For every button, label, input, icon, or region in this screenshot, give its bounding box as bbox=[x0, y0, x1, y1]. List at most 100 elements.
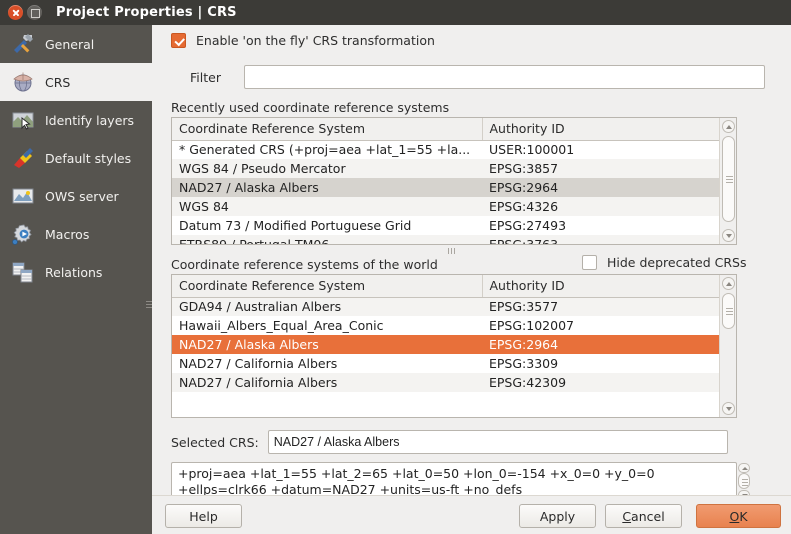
cell-authority: EPSG:2964 bbox=[482, 335, 719, 354]
cell-crs: Hawaii_Albers_Equal_Area_Conic bbox=[172, 316, 482, 335]
maximize-icon[interactable] bbox=[27, 5, 42, 20]
table-row[interactable]: Datum 73 / Modified Portuguese Grid EPSG… bbox=[172, 216, 719, 235]
selected-crs-input[interactable] bbox=[268, 430, 728, 454]
table-row[interactable]: NAD27 / California Albers EPSG:42309 bbox=[172, 373, 719, 392]
recent-crs-table[interactable]: Coordinate Reference System Authority ID… bbox=[171, 117, 737, 245]
cell-authority: EPSG:3577 bbox=[482, 297, 719, 316]
scrollbar-thumb[interactable] bbox=[738, 473, 750, 489]
recent-table-resize-grip[interactable] bbox=[448, 248, 455, 254]
world-group-label: Coordinate reference systems of the worl… bbox=[171, 257, 438, 272]
cell-authority: EPSG:2964 bbox=[482, 178, 719, 197]
window-title: Project Properties | CRS bbox=[56, 5, 237, 20]
cell-authority: EPSG:27493 bbox=[482, 216, 719, 235]
crs-panel-body: Enable 'on the fly' CRS transformation F… bbox=[158, 25, 785, 493]
sidebar-item-label: Relations bbox=[45, 265, 102, 280]
cell-authority: USER:100001 bbox=[482, 140, 719, 159]
filter-label: Filter bbox=[190, 70, 238, 85]
world-crs-viewport: Coordinate Reference System Authority ID… bbox=[172, 275, 719, 417]
column-header-authority[interactable]: Authority ID bbox=[482, 275, 719, 297]
apply-button[interactable]: Apply bbox=[519, 504, 596, 528]
table-row[interactable]: * Generated CRS (+proj=aea +lat_1=55 +la… bbox=[172, 140, 719, 159]
table-row[interactable]: WGS 84 / Pseudo Mercator EPSG:3857 bbox=[172, 159, 719, 178]
cell-crs: WGS 84 / Pseudo Mercator bbox=[172, 159, 482, 178]
ok-rest: K bbox=[739, 509, 747, 524]
cell-crs: NAD27 / California Albers bbox=[172, 373, 482, 392]
table-header-row: Coordinate Reference System Authority ID bbox=[172, 275, 719, 297]
sidebar-item-relations[interactable]: Relations bbox=[0, 253, 152, 291]
cell-authority: EPSG:42309 bbox=[482, 373, 719, 392]
table-row[interactable]: ETRS89 / Portugal TM06 EPSG:3763 bbox=[172, 235, 719, 244]
sidebar-item-ows-server[interactable]: OWS server bbox=[0, 177, 152, 215]
filter-input[interactable] bbox=[244, 65, 765, 89]
table-row[interactable]: GDA94 / Australian Albers EPSG:3577 bbox=[172, 297, 719, 316]
enable-otf-label: Enable 'on the fly' CRS transformation bbox=[196, 33, 435, 48]
table-row[interactable]: Hawaii_Albers_Equal_Area_Conic EPSG:1020… bbox=[172, 316, 719, 335]
cell-crs: NAD27 / Alaska Albers bbox=[172, 178, 482, 197]
selected-crs-row: Selected CRS: bbox=[171, 430, 728, 454]
enable-otf-row[interactable]: Enable 'on the fly' CRS transformation bbox=[171, 33, 435, 48]
sidebar-item-label: Default styles bbox=[45, 151, 131, 166]
hide-deprecated-checkbox[interactable] bbox=[582, 255, 597, 270]
world-crs-table[interactable]: Coordinate Reference System Authority ID… bbox=[171, 274, 737, 418]
scroll-down-icon[interactable] bbox=[722, 229, 735, 242]
relations-icon bbox=[10, 259, 36, 285]
scroll-up-icon[interactable] bbox=[722, 277, 735, 290]
column-header-authority[interactable]: Authority ID bbox=[482, 118, 719, 140]
table-row-selected[interactable]: NAD27 / Alaska Albers EPSG:2964 bbox=[172, 335, 719, 354]
table-row[interactable]: NAD27 / California Albers EPSG:3309 bbox=[172, 354, 719, 373]
globe-icon bbox=[10, 69, 36, 95]
title-bar: Project Properties | CRS bbox=[0, 0, 791, 25]
sidebar-item-label: OWS server bbox=[45, 189, 119, 204]
sidebar-item-macros[interactable]: Macros bbox=[0, 215, 152, 253]
brush-icon bbox=[10, 145, 36, 171]
table-row[interactable]: WGS 84 EPSG:4326 bbox=[172, 197, 719, 216]
recent-group-label: Recently used coordinate reference syste… bbox=[171, 100, 449, 115]
gear-icon bbox=[10, 221, 36, 247]
cancel-accel: C bbox=[622, 509, 631, 524]
cell-authority: EPSG:102007 bbox=[482, 316, 719, 335]
hide-deprecated-label: Hide deprecated CRSs bbox=[607, 255, 746, 270]
cell-authority: EPSG:3763 bbox=[482, 235, 719, 244]
sidebar-item-general[interactable]: General bbox=[0, 25, 152, 63]
enable-otf-checkbox[interactable] bbox=[171, 33, 186, 48]
cell-crs: NAD27 / Alaska Albers bbox=[172, 335, 482, 354]
table-header-row: Coordinate Reference System Authority ID bbox=[172, 118, 719, 140]
scroll-up-icon[interactable] bbox=[722, 120, 735, 133]
cell-crs: NAD27 / California Albers bbox=[172, 354, 482, 373]
world-crs-scrollbar[interactable] bbox=[719, 275, 736, 417]
ok-accel: O bbox=[729, 509, 739, 524]
cell-crs: * Generated CRS (+proj=aea +lat_1=55 +la… bbox=[172, 140, 482, 159]
identify-icon bbox=[10, 107, 36, 133]
cell-authority: EPSG:3857 bbox=[482, 159, 719, 178]
help-button[interactable]: Help bbox=[165, 504, 242, 528]
cancel-button[interactable]: Cancel bbox=[605, 504, 682, 528]
project-properties-dialog: Project Properties | CRS General bbox=[0, 0, 791, 534]
sidebar-item-identify-layers[interactable]: Identify layers bbox=[0, 101, 152, 139]
cell-authority: EPSG:4326 bbox=[482, 197, 719, 216]
crs-panel: Enable 'on the fly' CRS transformation F… bbox=[152, 25, 791, 495]
sidebar-item-label: Macros bbox=[45, 227, 89, 242]
scrollbar-thumb[interactable] bbox=[722, 293, 735, 329]
scroll-down-icon[interactable] bbox=[722, 402, 735, 415]
column-header-crs[interactable]: Coordinate Reference System bbox=[172, 118, 482, 140]
filter-row: Filter bbox=[190, 65, 765, 89]
world-crs-grid: Coordinate Reference System Authority ID… bbox=[172, 275, 719, 392]
cell-crs: WGS 84 bbox=[172, 197, 482, 216]
sidebar-item-label: Identify layers bbox=[45, 113, 134, 128]
sidebar-item-default-styles[interactable]: Default styles bbox=[0, 139, 152, 177]
table-row[interactable]: NAD27 / Alaska Albers EPSG:2964 bbox=[172, 178, 719, 197]
close-icon[interactable] bbox=[8, 5, 23, 20]
sidebar-item-crs[interactable]: CRS bbox=[0, 63, 152, 101]
tools-icon bbox=[10, 31, 36, 57]
dialog-button-bar: Help Apply Cancel OK bbox=[152, 495, 791, 534]
column-header-crs[interactable]: Coordinate Reference System bbox=[172, 275, 482, 297]
cancel-rest: ancel bbox=[631, 509, 665, 524]
cell-authority: EPSG:3309 bbox=[482, 354, 719, 373]
sidebar-item-label: General bbox=[45, 37, 94, 52]
scrollbar-thumb[interactable] bbox=[722, 136, 735, 222]
recent-crs-scrollbar[interactable] bbox=[719, 118, 736, 244]
scroll-up-icon[interactable] bbox=[738, 463, 750, 473]
hide-deprecated-row[interactable]: Hide deprecated CRSs bbox=[582, 255, 746, 270]
ok-button[interactable]: OK bbox=[696, 504, 781, 528]
recent-crs-grid: Coordinate Reference System Authority ID… bbox=[172, 118, 719, 244]
